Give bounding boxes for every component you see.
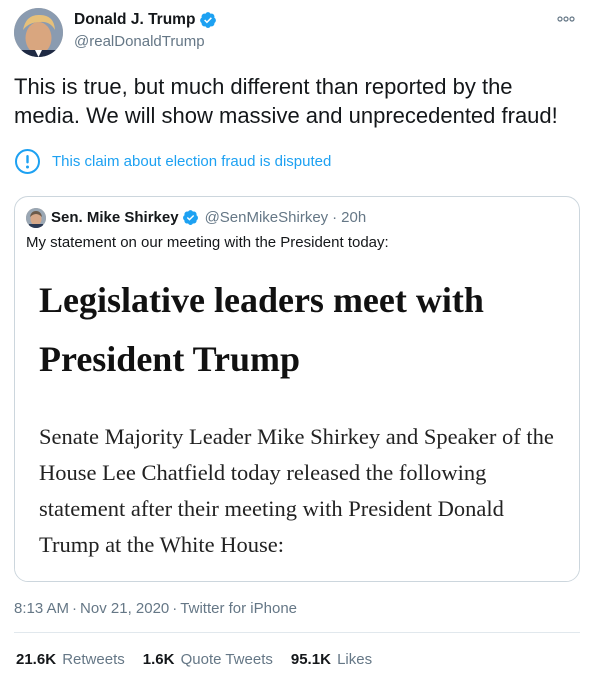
quoted-timestamp: 20h — [341, 209, 367, 226]
quoted-tweet-header: Sen. Mike Shirkey @SenMikeShirkey · 20h — [51, 209, 366, 226]
tweet-stats: 21.6K Retweets 1.6K Quote Tweets 95.1K L… — [16, 651, 390, 668]
dispute-label[interactable]: This claim about election fraud is dispu… — [52, 153, 331, 170]
tweet-detail: Donald J. Trump @realDonaldTrump This is… — [0, 0, 593, 679]
quote-tweets-count: 1.6K — [142, 651, 175, 668]
quote-tweets-stat[interactable]: 1.6K Quote Tweets — [143, 651, 273, 668]
quoted-author-avatar — [26, 208, 46, 228]
meta-separator: · — [172, 600, 178, 617]
tweet-source[interactable]: Twitter for iPhone — [180, 600, 297, 617]
quoted-tweet-media[interactable]: Legislative leaders meet with President … — [15, 259, 579, 581]
likes-label: Likes — [337, 651, 373, 668]
author-name-row: Donald J. Trump — [74, 11, 217, 29]
verified-badge-icon — [182, 210, 198, 225]
author-avatar[interactable] — [14, 8, 63, 57]
more-options-icon[interactable] — [557, 14, 575, 25]
verified-badge-icon — [200, 12, 217, 28]
quoted-author-handle: @SenMikeShirkey — [204, 209, 329, 226]
tweet-date[interactable]: Nov 21, 2020 — [80, 600, 169, 617]
meta-separator: · — [72, 600, 78, 617]
tweet-time[interactable]: 8:13 AM — [14, 600, 69, 617]
tweet-meta: 8:13 AM · Nov 21, 2020 · Twitter for iPhone — [14, 600, 297, 617]
author-display-name[interactable]: Donald J. Trump — [74, 11, 195, 29]
likes-count: 95.1K — [290, 651, 331, 668]
retweets-count: 21.6K — [16, 651, 57, 668]
quoted-tweet-text: My statement on our meeting with the Pre… — [26, 234, 389, 251]
likes-stat[interactable]: 95.1K Likes — [291, 651, 372, 668]
retweets-label: Retweets — [62, 651, 125, 668]
quoted-separator: · — [332, 209, 338, 226]
retweets-stat[interactable]: 21.6K Retweets — [16, 651, 125, 668]
quote-tweets-label: Quote Tweets — [180, 651, 273, 668]
media-headline: Legislative leaders meet with President … — [39, 280, 484, 379]
dispute-notice[interactable]: This claim about election fraud is dispu… — [14, 148, 331, 175]
tweet-text: This is true, but much different than re… — [14, 74, 558, 128]
quoted-tweet-card[interactable]: Sen. Mike Shirkey @SenMikeShirkey · 20h … — [14, 196, 580, 582]
media-body-text: Senate Majority Leader Mike Shirkey and … — [39, 424, 554, 557]
exclamation-circle-icon — [15, 149, 40, 174]
author-handle[interactable]: @realDonaldTrump — [74, 33, 205, 50]
quoted-author-display-name: Sen. Mike Shirkey — [51, 209, 179, 226]
divider — [14, 632, 580, 633]
